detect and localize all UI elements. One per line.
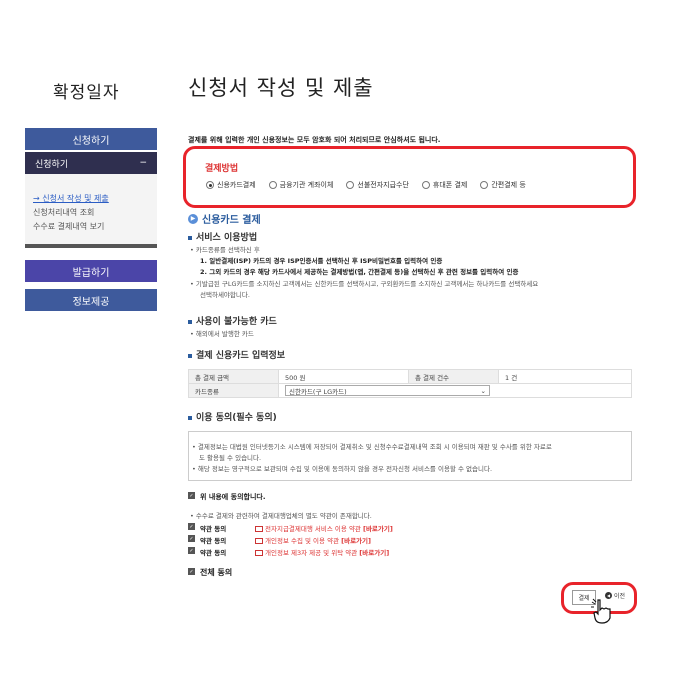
radio-icon[interactable] <box>268 181 277 189</box>
sidebar-title: 확정일자 <box>53 83 120 103</box>
terms-label: 약관 동의 <box>200 525 227 533</box>
card-type-label: 카드종류 <box>188 383 279 398</box>
checkbox-checked-icon[interactable]: ✓ <box>188 492 195 499</box>
service-line: 2. 그외 카드의 경우 해당 카드사에서 제공하는 결제방법(앱, 간편결제 … <box>200 268 519 276</box>
checkbox-checked-icon[interactable]: ✓ <box>188 523 195 530</box>
sidebar-item-write-submit[interactable]: → 신청서 작성 및 제출 <box>33 192 157 206</box>
card-type-value: 신한카드(구 LG카드) <box>289 387 347 396</box>
terms-item[interactable]: 개인정보 제3자 제공 및 위탁 약관 [바로가기] <box>255 547 389 557</box>
table-row: 카드종류 신한카드(구 LG카드) ⌄ <box>188 383 632 398</box>
radio-label: 신용카드결제 <box>217 181 256 189</box>
terms-text: 개인정보 제3자 제공 및 위탁 약관 <box>265 549 358 557</box>
sidebar-item-fee-history[interactable]: 수수료 결제내역 보기 <box>33 220 157 234</box>
book-icon <box>255 526 263 532</box>
consent-heading: 이용 동의(필수 동의) <box>188 410 277 423</box>
terms-label: 약관 동의 <box>200 549 227 557</box>
info-button[interactable]: 정보제공 <box>25 289 157 311</box>
service-line: 선택하세야합니다. <box>200 291 250 299</box>
checkbox-checked-icon[interactable]: ✓ <box>188 568 195 575</box>
radio-credit-card[interactable]: 신용카드결제 <box>206 180 256 190</box>
card-section-title: ▶ 신용카드 결제 <box>188 211 261 226</box>
security-notice: 결제를 위해 입력한 개인 신용정보는 모두 암호화 되어 처리되므로 안심하셔… <box>188 136 441 144</box>
collapse-icon[interactable]: − <box>139 158 147 168</box>
terms-item[interactable]: 개인정보 수집 및 이용 약관 [바로가기] <box>255 535 371 545</box>
service-line: • 기발급된 구LG카드를 소지하신 고객께서는 신한카드를 선택하시고, 구외… <box>190 280 539 288</box>
sidebar-menu: → 신청서 작성 및 제출 신청처리내역 조회 수수료 결제내역 보기 <box>25 174 157 248</box>
radio-label: 금융기관 계좌이체 <box>279 181 334 189</box>
chevron-down-icon: ⌄ <box>480 386 486 395</box>
radio-icon[interactable] <box>346 181 355 189</box>
total-count-label: 총 결제 건수 <box>408 369 499 384</box>
terms-link[interactable]: [바로가기] <box>363 525 393 533</box>
terms-label: 약관 동의 <box>200 537 227 545</box>
service-line: • 카드종류를 선택하신 후 <box>190 246 260 254</box>
terms-link[interactable]: [바로가기] <box>359 549 389 557</box>
book-icon <box>255 538 263 544</box>
radio-label: 간편결제 등 <box>491 181 526 189</box>
total-amount-label: 총 결제 금액 <box>188 369 279 384</box>
card-type-cell: 신한카드(구 LG카드) ⌄ <box>278 383 632 398</box>
unavailable-heading: 사용이 불가능한 카드 <box>188 314 277 327</box>
consent-line: • 결제정보는 대법원 인터넷등기소 시스템에 저장되어 결제취소 및 신청수수… <box>192 443 552 451</box>
sidebar-item-status[interactable]: 신청처리내역 조회 <box>33 206 157 220</box>
book-icon <box>255 550 263 556</box>
service-heading: 서비스 이용방법 <box>188 230 257 243</box>
radio-prepaid[interactable]: 선불전자지급수단 <box>346 180 409 190</box>
prev-button-label: 이전 <box>614 593 626 600</box>
fee-note: • 수수료 결제와 관련하여 결제대행업체의 별도 약관이 존재합니다. <box>190 512 372 520</box>
payment-method-label: 결제방법 <box>205 164 239 174</box>
unavailable-line: • 해외에서 발행한 카드 <box>190 330 254 338</box>
payment-method-highlight <box>183 146 636 208</box>
radio-icon[interactable] <box>206 181 214 189</box>
total-count-value: 1 건 <box>498 369 632 384</box>
service-line: 1. 일반결제(ISP) 카드의 경우 ISP인증서를 선택하신 후 ISP비밀… <box>200 257 443 265</box>
terms-link[interactable]: [바로가기] <box>341 537 371 545</box>
payment-method-options: 신용카드결제 금융기관 계좌이체 선불전자지급수단 휴대폰 결제 간편결제 등 <box>206 180 539 190</box>
sidebar-subheader-label: 신청하기 <box>35 159 69 170</box>
table-row: 총 결제 금액 500 원 총 결제 건수 1 건 <box>188 369 632 384</box>
consent-line: 도 활용될 수 있습니다. <box>199 454 262 462</box>
radio-label: 휴대폰 결제 <box>432 181 468 189</box>
card-info-heading: 결제 신용카드 입력정보 <box>188 348 285 361</box>
checkbox-checked-icon[interactable]: ✓ <box>188 547 195 554</box>
terms-text: 전자지급결제대행 서비스 이용 약관 <box>265 525 361 533</box>
pointing-hand-icon <box>591 598 611 624</box>
agree-all-label: 전체 동의 <box>200 568 233 577</box>
radio-mobile[interactable]: 휴대폰 결제 <box>421 180 468 190</box>
radio-simple-pay[interactable]: 간편결제 등 <box>480 180 526 190</box>
issue-button[interactable]: 발급하기 <box>25 260 157 282</box>
card-type-select[interactable]: 신한카드(구 LG카드) ⌄ <box>285 385 490 396</box>
page-title: 신청서 작성 및 제출 <box>188 76 374 100</box>
terms-text: 개인정보 수집 및 이용 약관 <box>265 537 340 545</box>
radio-bank-transfer[interactable]: 금융기관 계좌이체 <box>268 180 334 190</box>
sidebar-subheader[interactable]: 신청하기 − <box>25 152 157 174</box>
payment-info-table: 총 결제 금액 500 원 총 결제 건수 1 건 카드종류 신한카드(구 LG… <box>188 369 632 398</box>
card-section-title-text: 신용카드 결제 <box>202 215 261 226</box>
total-amount-value: 500 원 <box>278 369 409 384</box>
radio-icon[interactable] <box>480 181 489 189</box>
apply-button[interactable]: 신청하기 <box>25 128 157 150</box>
terms-item[interactable]: 전자지급결제대행 서비스 이용 약관 [바로가기] <box>255 523 393 533</box>
radio-label: 선불전자지급수단 <box>357 181 409 189</box>
arrow-right-circle-icon: ▶ <box>188 213 198 224</box>
consent-line: • 해당 정보는 영구적으로 보관되며 수집 및 이용에 동의하지 않을 경우 … <box>192 465 493 473</box>
radio-icon[interactable] <box>421 181 430 189</box>
checkbox-checked-icon[interactable]: ✓ <box>188 535 195 542</box>
consent-text-box: • 결제정보는 대법원 인터넷등기소 시스템에 저장되어 결제취소 및 신청수수… <box>188 431 632 481</box>
agree-above-label: 위 내용에 동의합니다. <box>200 493 266 501</box>
